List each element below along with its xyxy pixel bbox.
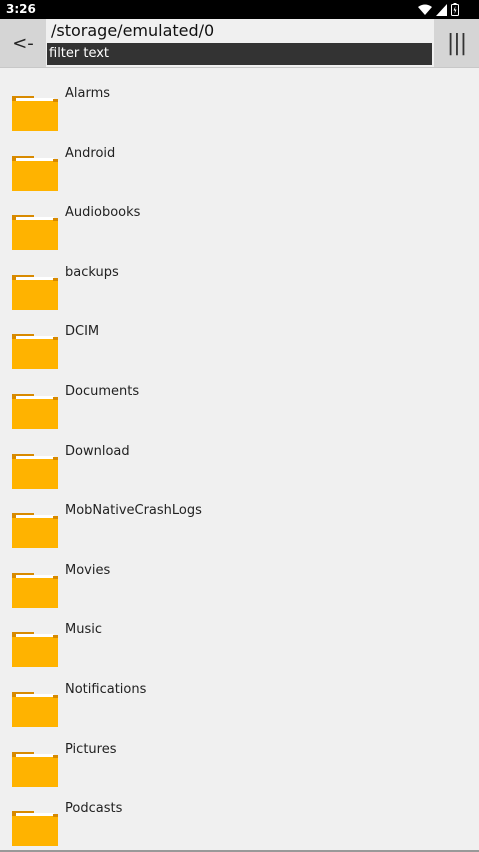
file-name: Music	[65, 622, 102, 638]
folder-icon	[12, 215, 58, 251]
file-row-pictures[interactable]: Pictures	[0, 724, 479, 787]
back-button[interactable]: <-	[0, 19, 46, 67]
file-row-documents[interactable]: Documents	[0, 366, 479, 429]
file-name: Alarms	[65, 86, 111, 101]
current-path: /storage/emulated/0	[51, 21, 215, 40]
file-row-movies[interactable]: Movies	[0, 545, 479, 608]
file-name: Download	[65, 443, 130, 459]
toolbar: <- /storage/emulated/0 filter text |||	[0, 19, 479, 68]
file-name: Podcasts	[65, 801, 123, 817]
folder-icon	[12, 513, 58, 549]
folder-icon	[12, 811, 58, 847]
file-row-mobnativecrashlogs[interactable]: MobNativeCrashLogs	[0, 485, 479, 549]
folder-icon	[12, 751, 58, 787]
file-name: Android	[65, 145, 116, 161]
file-row-backups[interactable]: backups	[0, 247, 479, 310]
signal-icon	[436, 3, 447, 16]
folder-icon	[12, 274, 58, 310]
file-row-alarms[interactable]: Alarms	[0, 68, 479, 131]
file-list: Alarms Android Audiobooks backups DCIM D…	[0, 68, 479, 847]
file-name: backups	[65, 264, 119, 280]
folder-icon	[12, 334, 58, 370]
file-row-dcim[interactable]: DCIM	[0, 306, 479, 370]
menu-button[interactable]: |||	[434, 19, 479, 67]
folder-icon	[12, 453, 58, 489]
status-bar: 3:26	[0, 0, 479, 19]
file-name: Movies	[65, 562, 111, 578]
file-row-notifications[interactable]: Notifications	[0, 664, 479, 727]
folder-icon	[12, 155, 58, 191]
file-name: MobNativeCrashLogs	[65, 503, 202, 519]
file-row-download[interactable]: Download	[0, 426, 479, 489]
file-name: Audiobooks	[65, 205, 141, 221]
file-name: Notifications	[65, 681, 147, 697]
wifi-icon	[418, 4, 432, 15]
file-name: Documents	[65, 383, 140, 399]
file-row-music[interactable]: Music	[0, 604, 479, 668]
filter-input[interactable]: filter text	[47, 43, 432, 65]
file-row-podcasts[interactable]: Podcasts	[0, 783, 479, 847]
folder-icon	[12, 632, 58, 668]
file-row-audiobooks[interactable]: Audiobooks	[0, 187, 479, 251]
file-name: Pictures	[65, 741, 117, 757]
folder-icon	[12, 96, 58, 131]
folder-icon	[12, 393, 58, 429]
folder-icon	[12, 572, 58, 608]
file-name: DCIM	[65, 324, 100, 340]
file-row-android[interactable]: Android	[0, 128, 479, 191]
folder-icon	[12, 691, 58, 727]
battery-icon	[451, 3, 459, 16]
status-icons	[418, 3, 459, 16]
status-time: 3:26	[6, 2, 36, 16]
